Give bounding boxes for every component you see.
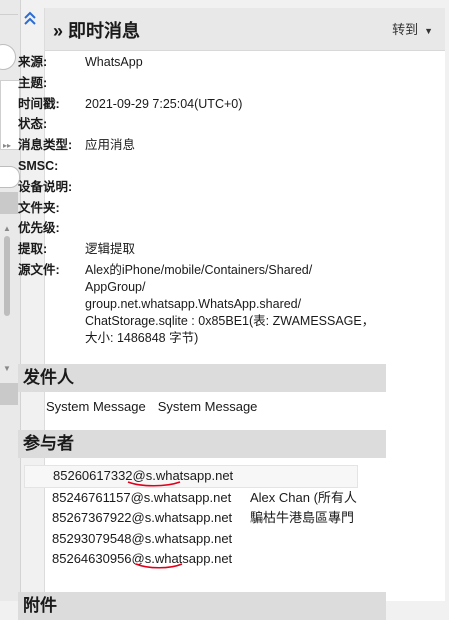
participant-jid: 85293079548@s.whatsapp.net (52, 530, 233, 546)
property-label: 优先级: (18, 221, 60, 236)
source-file-line: group.net.whatsapp.WhatsApp.shared/ (85, 296, 302, 311)
participants-section-header: 参与者 (18, 430, 386, 458)
source-file-line: ChatStorage.sqlite : 0x85BE1(表: ZWAMESSA… (85, 313, 375, 328)
property-label: 设备说明: (18, 179, 73, 194)
double-chevron-right-icon[interactable]: ▸▸ (3, 141, 11, 150)
participant-name: Alex Chan (所有人 (250, 489, 357, 505)
property-label: 消息类型: (18, 138, 73, 153)
property-label: 来源: (18, 55, 48, 69)
goto-label: 转到 (392, 22, 419, 37)
participant-row[interactable]: 85293079548@s.whatsapp.net (24, 529, 358, 550)
participants-list: 85260617332@s.whatsapp.net 85246761157@s… (24, 465, 358, 570)
property-row: 主题: (18, 73, 393, 94)
source-file-value: Alex的iPhone/mobile/Containers/Shared/ Ap… (85, 260, 393, 347)
property-row: 消息类型: 应用消息 (18, 135, 393, 156)
participant-row[interactable]: 85264630956@s.whatsapp.net (24, 549, 358, 570)
source-file-line: 大小: 1486848 字节) (85, 330, 199, 345)
property-row: SMSC: (18, 156, 393, 177)
property-row: 时间戳: 2021-09-29 7:25:04(UTC+0) (18, 94, 393, 115)
panel-title: » 即时消息 (53, 21, 141, 41)
goto-dropdown[interactable]: 转到 ▼ (392, 19, 433, 38)
sender-name: System Message (157, 399, 258, 414)
property-value (85, 73, 393, 94)
source-file-line: AppGroup/ (85, 279, 146, 294)
scroll-up-icon[interactable]: ▲ (3, 224, 11, 233)
participant-row[interactable]: 85246761157@s.whatsapp.net Alex Chan (所有人 (24, 488, 358, 509)
property-value (85, 177, 393, 198)
refresh-icon[interactable] (0, 44, 16, 70)
property-label: 源文件: (18, 262, 60, 277)
property-row: 优先级: (18, 218, 393, 239)
red-underline-annotation (127, 481, 181, 487)
collapse-glyph (24, 11, 36, 25)
red-underline-annotation (135, 563, 183, 569)
toggle-control[interactable] (0, 166, 20, 188)
property-row: 文件夹: (18, 198, 393, 219)
property-label: 时间戳: (18, 96, 60, 111)
double-chevron-up-icon[interactable] (22, 10, 38, 28)
property-label: 提取: (18, 242, 48, 257)
property-value: WhatsApp (85, 55, 143, 69)
sender-section-header: 发件人 (18, 364, 386, 392)
caret-down-icon: ▼ (424, 25, 433, 36)
property-label: 状态: (18, 117, 48, 132)
property-row: 状态: (18, 114, 393, 135)
property-value (85, 156, 393, 177)
scroll-down-icon[interactable]: ▼ (3, 364, 11, 373)
divider (0, 14, 18, 15)
participant-row[interactable]: 85260617332@s.whatsapp.net (24, 465, 358, 488)
participant-row[interactable]: 85267367922@s.whatsapp.net 騙枯牛港島區專門 (24, 508, 358, 529)
property-row: 提取: 逻辑提取 (18, 239, 393, 260)
property-value: 2021-09-29 7:25:04(UTC+0) (85, 96, 243, 111)
property-label: SMSC: (18, 158, 59, 173)
sender-row: System Message System Message (46, 399, 269, 414)
property-value (85, 218, 393, 239)
property-label: 主题: (18, 75, 48, 90)
property-value: 应用消息 (85, 138, 136, 153)
list-box[interactable] (0, 80, 20, 150)
property-row: 设备说明: (18, 177, 393, 198)
property-row: 来源: WhatsApp (18, 52, 393, 73)
property-value: 逻辑提取 (85, 242, 136, 257)
source-file-line: Alex的iPhone/mobile/Containers/Shared/ (85, 262, 313, 277)
properties-list: 来源: WhatsApp 主题: 时间戳: 2021-09-29 7:25:04(U… (18, 52, 393, 347)
left-section-header (0, 192, 18, 214)
property-row: 源文件: Alex的iPhone/mobile/Containers/Share… (18, 260, 393, 347)
property-value (85, 114, 393, 135)
attachments-section-header: 附件 (18, 592, 386, 620)
participant-name: 騙枯牛港島區專門 (250, 510, 355, 525)
property-value (85, 198, 393, 219)
left-section-footer (0, 383, 18, 405)
panel-header: » 即时消息 转到 ▼ (45, 8, 445, 51)
property-label: 文件夹: (18, 200, 60, 215)
sender-id: System Message (46, 399, 146, 414)
scrollbar-thumb[interactable] (4, 236, 10, 316)
participant-jid: 85246761157@s.whatsapp.net (52, 489, 232, 505)
participant-jid: 85267367922@s.whatsapp.net (52, 510, 233, 525)
